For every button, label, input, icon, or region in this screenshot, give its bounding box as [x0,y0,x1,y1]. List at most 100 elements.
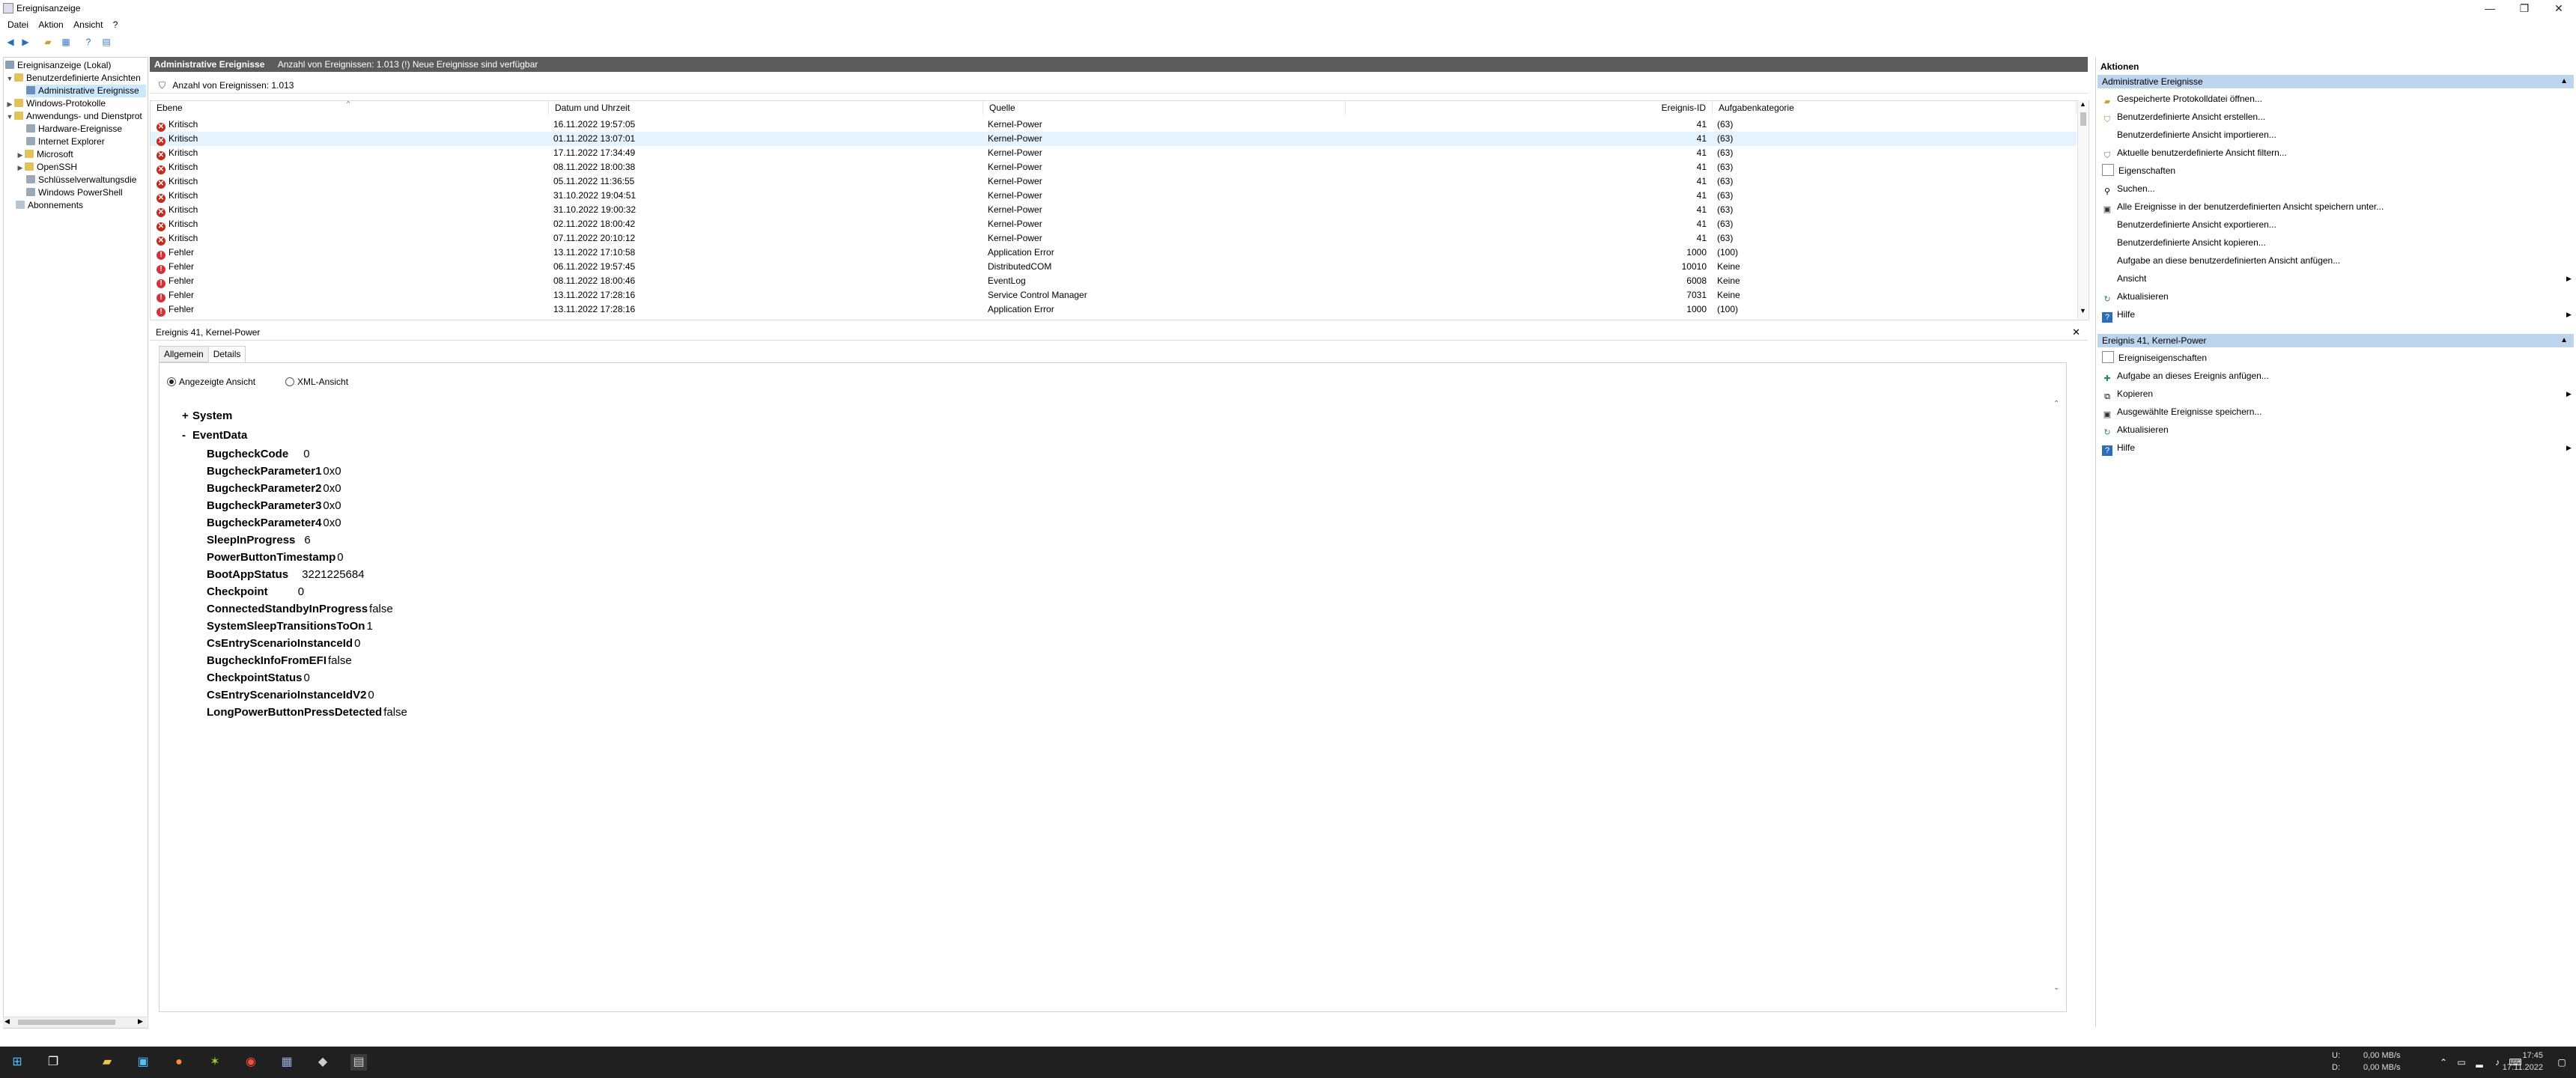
action-attach-task-event[interactable]: ✚ Aufgabe an dieses Ereignis anfügen... [2102,368,2268,384]
tree-horizontal-scrollbar[interactable]: ◀ ▶ [3,1017,147,1028]
scroll-up-icon[interactable]: ▲ [2080,100,2086,108]
action-open-saved-log[interactable]: ▰ Gespeicherte Protokolldatei öffnen... [2102,91,2262,107]
section-system[interactable]: + System [182,409,232,422]
tab-general[interactable]: Allgemein [159,346,209,362]
tree-windows-logs[interactable]: ▶ Windows-Protokolle [5,97,106,110]
radio-xml-view[interactable]: XML-Ansicht [285,377,348,387]
scroll-up-icon[interactable]: ⌃ [2053,400,2059,408]
table-row[interactable]: ✕ Kritisch 31.10.2022 19:04:51 Kernel-Pow… [151,189,2077,203]
menu-datei[interactable]: Datei [7,18,28,31]
app-icon[interactable]: ◉ [243,1054,259,1071]
action-create-custom-view[interactable]: ⛉ Benutzerdefinierte Ansicht erstellen... [2102,109,2265,125]
action-refresh[interactable]: ↻ Aktualisieren [2102,288,2168,305]
action-copy-custom-view[interactable]: Benutzerdefinierte Ansicht kopieren... [2102,234,2266,251]
close-detail-button[interactable]: ✕ [2072,325,2080,340]
tree-microsoft[interactable]: ▶ Microsoft [16,148,73,161]
store-icon[interactable]: ▣ [135,1054,151,1071]
action-save-all-events[interactable]: ▣ Alle Ereignisse in der benutzerdefinier… [2102,198,2384,215]
menu-help[interactable]: ? [113,18,118,31]
network-icon[interactable]: ▂ [2471,1054,2488,1071]
collapsed-chevron-icon[interactable]: ▶ [16,149,25,162]
notification-icon[interactable]: ▢ [2554,1054,2570,1071]
expand-icon[interactable]: + [182,409,192,422]
minimize-button[interactable]: — [2473,0,2507,16]
tree-custom-views[interactable]: ▼ Benutzerdefinierte Ansichten [5,72,141,85]
calculator-icon[interactable]: ▦ [279,1054,295,1071]
file-explorer-icon[interactable]: ▰ [99,1054,115,1071]
restore-button[interactable]: ❐ [2507,0,2542,16]
action-filter-current-view[interactable]: ⛉ Aktuelle benutzerdefinierte Ansicht fil… [2102,144,2287,161]
clock-time[interactable]: 17:45 [2498,1051,2543,1060]
firefox-icon[interactable]: ● [171,1054,187,1071]
table-row[interactable]: ✕ Kritisch 08.11.2022 18:00:38 Kernel-Pow… [151,160,2077,174]
table-row[interactable]: ! Fehler 13.11.2022 17:28:16 Application … [151,302,2077,317]
table-row[interactable]: ✕ Kritisch 07.11.2022 20:10:12 Kernel-Pow… [151,231,2077,246]
column-date[interactable]: Datum und Uhrzeit [549,101,983,115]
tab-details[interactable]: Details [207,346,246,362]
scroll-down-icon[interactable]: ▼ [2080,307,2086,314]
event-viewer-taskbar-icon[interactable]: ▤ [350,1054,367,1071]
radio-friendly-view[interactable]: Angezeigte Ansicht [167,377,255,387]
table-row[interactable]: ✕ Kritisch 16.11.2022 19:57:05 Kernel-Pow… [151,118,2077,132]
battery-icon[interactable]: ▭ [2453,1054,2470,1071]
start-windows-icon[interactable]: ⊞ [9,1054,25,1071]
console-icon[interactable]: ▤ [100,36,112,48]
column-event-id[interactable]: Ereignis-ID [1346,101,1713,115]
menu-aktion[interactable]: Aktion [38,18,63,31]
action-properties[interactable]: Eigenschaften [2102,162,2175,179]
tree-internet-explorer[interactable]: Internet Explorer [26,135,105,148]
action-export-custom-view[interactable]: Benutzerdefinierte Ansicht exportieren..… [2102,216,2276,233]
collapse-arrow-icon[interactable]: ▲ [2560,334,2568,347]
actions-section-admin-events[interactable]: Administrative Ereignisse ▲ [2097,75,2574,88]
action-help[interactable]: ? Hilfe ▶ [2102,306,2572,323]
tree-admin-events[interactable]: Administrative Ereignisse [26,85,146,97]
forward-arrow-icon[interactable]: ▶ [19,36,31,48]
scroll-left-icon[interactable]: ◀ [4,1017,10,1026]
table-row-selected[interactable]: ✕ Kritisch 01.11.2022 13:07:01 Kernel-Pow… [151,132,2077,146]
expanded-chevron-icon[interactable]: ▼ [5,73,14,85]
app-icon[interactable]: ◆ [315,1054,331,1071]
action-save-selected[interactable]: ▣ Ausgewählte Ereignisse speichern... [2102,404,2262,420]
collapsed-chevron-icon[interactable]: ▶ [16,162,25,174]
chevron-up-icon[interactable]: ⌃ [2435,1054,2452,1071]
view-icon[interactable]: ▦ [60,36,72,48]
table-row[interactable]: ✕ Kritisch 31.10.2022 19:00:32 Kernel-Pow… [151,203,2077,217]
clock-date[interactable]: 17.11.2022 [2491,1063,2543,1072]
back-arrow-icon[interactable]: ◀ [4,36,16,48]
action-find[interactable]: ⚲ Suchen... [2102,180,2155,197]
column-source[interactable]: Quelle [983,101,1346,115]
table-row[interactable]: ✕ Kritisch 17.11.2022 17:34:49 Kernel-Pow… [151,146,2077,160]
collapse-arrow-icon[interactable]: ▲ [2560,75,2568,88]
column-task-category[interactable]: Aufgabenkategorie [1713,101,2077,115]
tree-key-management[interactable]: Schlüsselverwaltungsdie [26,174,136,186]
task-view-icon[interactable]: ❐ [45,1054,61,1071]
section-eventdata[interactable]: - EventData [182,429,247,442]
menu-ansicht[interactable]: Ansicht [73,18,103,31]
tree-app-logs[interactable]: ▼ Anwendungs- und Dienstprot [5,110,142,123]
action-copy[interactable]: ⧉ Kopieren ▶ [2102,386,2572,402]
action-help-event[interactable]: ? Hilfe ▶ [2102,439,2572,456]
tree-hardware-events[interactable]: Hardware-Ereignisse [26,123,122,135]
collapse-icon[interactable]: - [182,429,192,442]
action-refresh-event[interactable]: ↻ Aktualisieren [2102,421,2168,438]
scroll-down-icon[interactable]: ⌄ [2053,984,2059,992]
table-row[interactable]: ! Fehler 13.11.2022 17:28:16 Service Cont… [151,288,2077,302]
tree-powershell[interactable]: Windows PowerShell [26,186,123,199]
action-attach-task-view[interactable]: Aufgabe an diese benutzerdefinierten Ans… [2102,252,2340,269]
action-view-menu[interactable]: Ansicht ▶ [2102,270,2572,287]
close-button[interactable]: ✕ [2542,0,2576,16]
scroll-thumb[interactable] [18,1020,115,1025]
events-vertical-scrollbar[interactable]: ▲ ▼ [2077,100,2089,319]
scroll-right-icon[interactable]: ▶ [138,1017,143,1026]
tree-root[interactable]: Ereignisanzeige (Lokal) [5,59,111,72]
actions-section-event[interactable]: Ereignis 41, Kernel-Power ▲ [2097,334,2574,347]
app-icon[interactable]: ✶ [207,1054,223,1071]
action-import-custom-view[interactable]: Benutzerdefinierte Ansicht importieren..… [2102,127,2276,143]
action-event-properties[interactable]: Ereigniseigenschaften [2102,350,2207,366]
table-row[interactable]: ✕ Kritisch 02.11.2022 18:00:42 Kernel-Pow… [151,217,2077,231]
table-row[interactable]: ! Fehler 13.11.2022 17:10:58 Application … [151,246,2077,260]
table-row[interactable]: ! Fehler 06.11.2022 19:57:45 DistributedC… [151,260,2077,274]
table-row[interactable]: ! Fehler 08.11.2022 18:00:46 EventLog 600… [151,274,2077,288]
table-row[interactable]: ✕ Kritisch 05.11.2022 11:36:55 Kernel-Pow… [151,174,2077,189]
help-icon[interactable]: ? [82,36,94,48]
